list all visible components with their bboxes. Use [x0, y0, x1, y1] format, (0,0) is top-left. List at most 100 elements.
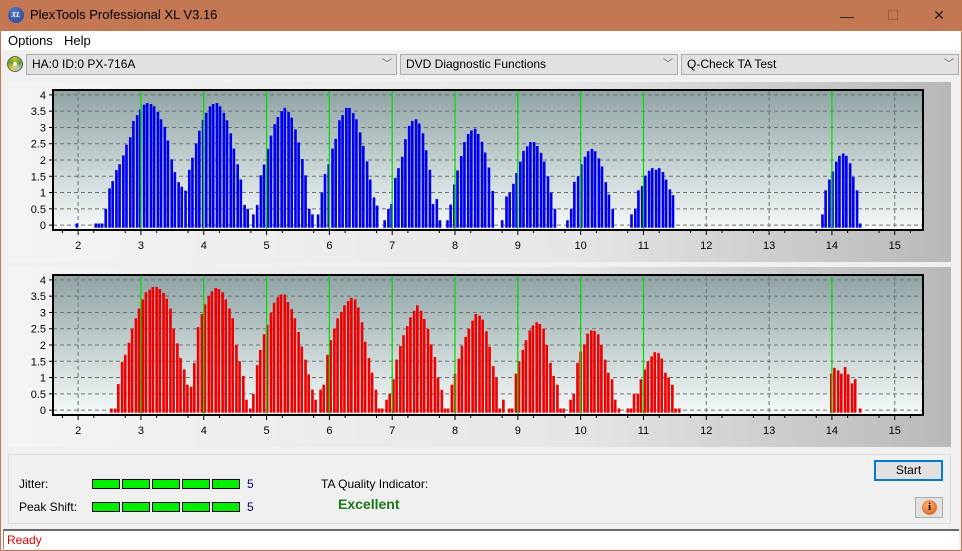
bar — [426, 328, 430, 413]
bar — [363, 341, 367, 413]
bar — [600, 166, 604, 228]
bar — [480, 141, 484, 228]
bar — [340, 311, 343, 413]
x-tick-label: 12 — [700, 425, 712, 437]
bar — [162, 292, 165, 413]
bar — [483, 152, 487, 228]
bar — [159, 119, 163, 228]
bar — [322, 384, 326, 413]
bar — [639, 379, 643, 413]
bar — [238, 361, 241, 413]
bar — [184, 190, 187, 228]
bar — [463, 142, 466, 228]
peak-shift-meter-segment — [92, 502, 120, 512]
bar — [97, 223, 101, 228]
bar — [460, 345, 464, 413]
bar — [569, 208, 573, 228]
bar — [108, 188, 111, 228]
bar — [481, 319, 484, 413]
bar — [351, 113, 355, 228]
close-button[interactable]: ✕ — [916, 0, 962, 31]
bar — [841, 153, 845, 228]
bar — [604, 182, 608, 228]
pit-chart-panel: 0 0.5 1 1.5 2 2.5 3 3.5 4 2 3 4 5 6 7 8 9 10 11 12 13 14 15 — [8, 267, 951, 447]
x-tick-label: 6 — [326, 240, 332, 252]
bar — [556, 384, 559, 413]
bar — [172, 328, 175, 413]
jitter-meter-segment — [182, 479, 210, 489]
jitter-meter — [92, 479, 240, 489]
bar — [583, 156, 587, 228]
bar — [273, 124, 277, 228]
start-button[interactable]: Start — [874, 460, 943, 481]
bar — [636, 393, 640, 413]
bar — [546, 176, 550, 228]
bar — [142, 104, 146, 228]
y-tick-label: 0.5 — [31, 204, 46, 216]
bar — [194, 143, 198, 228]
bar — [383, 220, 386, 228]
menu-options[interactable]: Options — [8, 33, 53, 48]
bar — [409, 317, 412, 413]
bar — [269, 313, 273, 413]
bar — [471, 320, 474, 413]
bar — [145, 103, 149, 228]
bar — [466, 133, 470, 228]
menu-help[interactable]: Help — [64, 33, 91, 48]
bar — [300, 346, 304, 413]
x-tick-label: 9 — [515, 240, 521, 252]
bar — [840, 373, 843, 413]
bar — [476, 133, 480, 228]
bar — [617, 408, 621, 413]
results-panel: Jitter: 5 Peak Shift: 5 TA Quality Indic… — [8, 454, 951, 524]
bar — [435, 199, 439, 228]
bar — [449, 204, 452, 228]
bar — [272, 302, 276, 413]
bar — [626, 408, 630, 413]
bar — [650, 168, 654, 228]
bar — [459, 156, 463, 228]
y-tick-label: 0.5 — [31, 389, 46, 401]
bar — [259, 175, 263, 228]
bar — [611, 208, 615, 228]
bar — [668, 189, 672, 228]
bar — [189, 386, 193, 413]
y-tick-label: 4 — [40, 90, 46, 102]
y-tick-label: 0 — [40, 220, 46, 232]
y-tick-label: 1.5 — [31, 356, 46, 368]
chevron-down-icon: ﹀ — [382, 59, 392, 70]
maximize-button[interactable]: ☐ — [870, 0, 916, 31]
bar — [333, 328, 336, 413]
test-select[interactable]: Q-Check TA Test ﹀ — [681, 54, 959, 75]
bar — [549, 362, 552, 413]
bar — [519, 161, 522, 228]
bar — [385, 399, 388, 413]
bar — [290, 117, 294, 228]
test-select-value: Q-Check TA Test — [687, 57, 777, 71]
bar — [512, 183, 515, 228]
bar — [283, 294, 287, 413]
bar — [293, 318, 297, 413]
bar — [380, 408, 384, 413]
bar — [242, 375, 245, 413]
bar — [457, 358, 461, 413]
bar — [294, 129, 297, 228]
minimize-button[interactable]: — — [824, 0, 870, 31]
drive-select[interactable]: HA:0 ID:0 PX-716A ﹀ — [26, 54, 397, 75]
bar — [204, 112, 208, 228]
peak-shift-meter-segment — [212, 502, 240, 512]
info-button[interactable]: i — [915, 497, 943, 518]
bar — [252, 214, 255, 228]
y-tick-label: 1 — [40, 188, 46, 200]
bar — [224, 299, 228, 413]
y-tick-label: 1 — [40, 373, 46, 385]
jitter-meter-segment — [212, 479, 240, 489]
bar — [400, 156, 404, 228]
function-select[interactable]: DVD Diagnostic Functions ﹀ — [400, 54, 678, 75]
bar — [304, 359, 307, 413]
bar — [374, 389, 378, 413]
bar — [404, 139, 407, 228]
y-tick-label: 3.5 — [31, 106, 46, 118]
bar — [502, 399, 505, 413]
bar — [671, 384, 674, 413]
